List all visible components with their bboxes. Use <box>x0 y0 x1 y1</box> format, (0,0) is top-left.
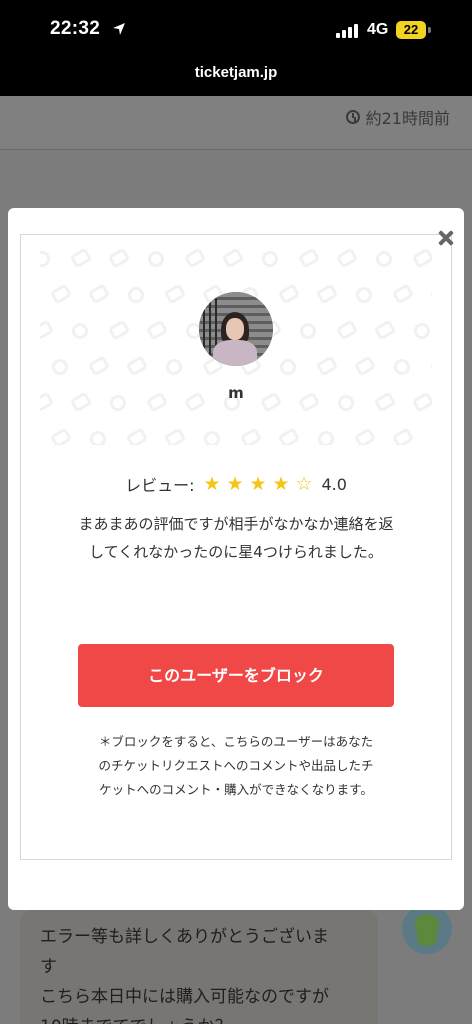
pattern-icon <box>315 283 339 305</box>
pattern-icon <box>183 247 207 269</box>
pattern-icon <box>335 319 359 341</box>
pattern-icon <box>49 427 73 445</box>
battery-icon: 22 <box>396 21 426 39</box>
pattern-icon <box>125 284 147 306</box>
pattern-icon <box>87 355 111 377</box>
pattern-icon <box>373 319 397 341</box>
chat-message: エラー等も詳しくありがとうございま す こちら本日中には購入可能なのですが 10… <box>40 922 360 1024</box>
pattern-icon <box>163 283 187 305</box>
pattern-icon <box>69 247 93 269</box>
star-filled-icon: ★ <box>226 473 244 495</box>
pattern-icon <box>429 283 432 305</box>
pattern-icon <box>125 355 149 377</box>
review-rating: レビュー: ★ ★ ★ ★ ☆ 4.0 <box>0 472 472 496</box>
review-line: まあまあの評価ですが相手がなかなか連絡を返 <box>78 515 394 533</box>
star-filled-icon: ★ <box>272 473 290 495</box>
pattern-icon <box>277 283 301 305</box>
location-arrow-icon <box>113 23 125 35</box>
pattern-icon <box>315 428 337 445</box>
pattern-icon <box>145 248 167 270</box>
pattern-icon <box>315 355 339 377</box>
url-bar[interactable]: ticketjam.jp <box>0 58 472 96</box>
pattern-icon <box>429 355 432 377</box>
block-notice: ＊ブロックをすると、こちらのユーザーはあなた のチケットリクエストへのコメントや… <box>60 730 412 802</box>
signal-icon <box>336 24 358 38</box>
pattern-icon <box>353 427 377 445</box>
user-avatar <box>199 292 273 366</box>
review-comment: まあまあの評価ですが相手がなかなか連絡を返 してくれなかったのに星4つけられまし… <box>50 510 422 566</box>
chat-line: 10時までてでしょうか？ <box>40 1012 360 1024</box>
review-label: レビュー: <box>125 476 195 495</box>
chat-line: こちら本日中には購入可能なのですが <box>40 987 329 1007</box>
pattern-icon <box>391 356 413 378</box>
network-type: 4G <box>367 21 389 38</box>
pattern-icon <box>239 427 263 445</box>
review-line: してくれなかったのに星4つけられました。 <box>89 543 383 561</box>
pattern-icon <box>335 247 359 269</box>
star-filled-icon: ★ <box>249 473 267 495</box>
status-bar: 22:32 4G 22 <box>0 0 472 58</box>
pattern-icon <box>297 247 321 269</box>
close-icon[interactable] <box>434 226 458 250</box>
chat-line: エラー等も詳しくありがとうございま <box>40 927 329 947</box>
pattern-icon <box>429 428 432 445</box>
pattern-icon <box>125 427 149 445</box>
pattern-icon <box>163 427 187 445</box>
notice-line: のチケットリクエストへのコメントや出品したチ <box>98 758 374 773</box>
pattern-icon <box>391 283 415 305</box>
pattern-icon <box>391 427 415 445</box>
pattern-icon <box>163 356 185 378</box>
pattern-icon <box>69 320 91 342</box>
pattern-icon <box>49 283 73 305</box>
pattern-icon <box>40 248 53 270</box>
pattern-icon <box>107 319 131 341</box>
pattern-icon <box>87 283 111 305</box>
chat-line: す <box>40 957 57 977</box>
notice-line: ＊ブロックをすると、こちらのユーザーはあなた <box>98 734 374 749</box>
chat-avatar <box>402 904 452 954</box>
star-empty-icon: ☆ <box>295 473 313 495</box>
battery-cap <box>428 27 431 33</box>
star-filled-icon: ★ <box>203 473 221 495</box>
pattern-icon <box>411 320 432 342</box>
block-user-button[interactable]: このユーザーをブロック <box>78 644 394 707</box>
pattern-icon <box>297 320 319 342</box>
pattern-icon <box>353 355 377 377</box>
pattern-icon <box>411 247 432 269</box>
posted-time-text: 約21時間前 <box>365 109 450 128</box>
pattern-icon <box>87 428 109 445</box>
rating-stars: ★ ★ ★ ★ ☆ <box>200 474 315 494</box>
rating-score: 4.0 <box>321 474 347 494</box>
pattern-icon <box>259 248 281 270</box>
clock-icon <box>345 110 360 124</box>
notice-line: ケットへのコメント・購入ができなくなります。 <box>99 782 373 797</box>
pattern-icon <box>221 247 245 269</box>
username: m <box>228 384 244 402</box>
pattern-icon <box>373 248 395 270</box>
pattern-icon <box>277 427 301 445</box>
pattern-icon <box>49 356 71 378</box>
pattern-icon <box>353 284 375 306</box>
pattern-icon <box>277 356 299 378</box>
status-time: 22:32 <box>50 18 101 39</box>
posted-time: 約21時間前 <box>345 105 450 129</box>
pattern-icon <box>201 428 223 445</box>
pattern-icon <box>145 319 169 341</box>
pattern-icon <box>107 247 131 269</box>
pattern-icon <box>40 319 55 341</box>
